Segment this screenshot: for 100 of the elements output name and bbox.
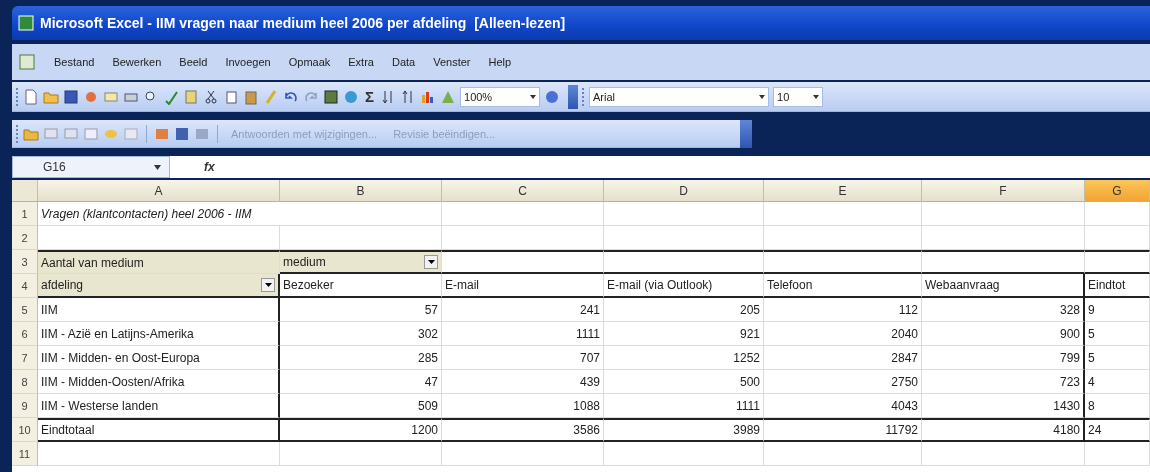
function-label[interactable]: fx [204, 160, 215, 174]
cell-text: 4 [1088, 374, 1096, 389]
column-header[interactable]: D [604, 180, 764, 202]
cell-text: Vragen (klantcontacten) heel 2006 - IIM [41, 206, 253, 221]
cell-text: 1430 [1052, 398, 1080, 413]
column-header[interactable]: E [764, 180, 922, 202]
menu-item[interactable]: Data [391, 56, 416, 68]
row-header[interactable]: 5 [12, 298, 38, 322]
cell-text: 4043 [890, 398, 918, 413]
menu-item[interactable]: Venster [433, 56, 471, 68]
cell-text: 2847 [890, 350, 918, 365]
pivot-field-label: afdeling [41, 278, 85, 292]
menu-item[interactable]: Extra [348, 56, 374, 68]
cell-text: 2750 [890, 374, 918, 389]
cell-text: 723 [1058, 374, 1080, 389]
cell-text: 47 [423, 374, 438, 389]
cell-text: 8 [1088, 398, 1096, 413]
row-header[interactable]: 6 [12, 322, 38, 346]
cell-text: 1252 [732, 350, 760, 365]
zoom-combo[interactable]: 100% [460, 86, 540, 107]
cell-text: Eindtotaal [41, 423, 96, 437]
menu-item[interactable]: Beeld [179, 56, 208, 68]
font-size-combo[interactable]: 10 [773, 86, 823, 107]
autosum-button[interactable]: Σ [363, 88, 376, 105]
cell-text: 1111 [574, 326, 600, 341]
menu-item[interactable]: Bestand [54, 56, 95, 68]
cell-text: Eindtot [1088, 278, 1127, 292]
table-cell [1085, 226, 1150, 250]
cell-text: 1088 [572, 398, 600, 413]
menu-item[interactable]: Invoegen [225, 56, 271, 68]
cell-text: Webaanvraag [925, 278, 1001, 292]
menu-item[interactable]: Help [488, 56, 512, 68]
row-header[interactable]: 2 [12, 226, 38, 250]
dropdown-arrow-icon [759, 94, 765, 99]
column-header[interactable]: C [442, 180, 604, 202]
menu-item[interactable]: Bewerken [112, 56, 162, 68]
cell-text: 24 [1088, 423, 1103, 437]
workbook-icon[interactable] [18, 53, 36, 71]
cell-text: 328 [1058, 302, 1080, 317]
name-box[interactable]: G16 [12, 156, 170, 178]
cell-text: E-mail (via Outlook) [607, 278, 714, 292]
pivot-field-label: Aantal van medium [41, 255, 145, 270]
dropdown-arrow-icon [813, 94, 819, 99]
cell-text: 799 [1058, 350, 1080, 365]
dropdown-button[interactable] [261, 278, 275, 292]
cell-text: IIM - Midden-Oosten/Afrika [41, 374, 186, 389]
dropdown-arrow-icon [264, 283, 272, 287]
new-document-icon[interactable] [23, 88, 39, 105]
cell-text: 112 [897, 302, 918, 317]
row-header[interactable]: 10 [12, 418, 38, 442]
dropdown-arrow-icon [154, 164, 161, 170]
column-header[interactable]: B [280, 180, 442, 202]
cell-text: IIM [41, 302, 59, 317]
column-header[interactable]: G [1085, 180, 1150, 202]
row-header[interactable]: 11 [12, 442, 38, 466]
cell-text: 57 [423, 302, 438, 317]
column-header[interactable]: A [38, 180, 280, 202]
scissors-icon[interactable] [203, 88, 219, 105]
dropdown-arrow-icon [427, 260, 435, 264]
dropdown-button[interactable] [424, 255, 438, 269]
row-header[interactable]: 1 [12, 202, 38, 226]
cell-text: 5 [1088, 350, 1096, 365]
cell-text: 285 [416, 350, 438, 365]
toolbar-options-button[interactable] [568, 84, 578, 109]
column-header[interactable]: F [922, 180, 1085, 202]
cell-text: 11792 [884, 423, 918, 437]
cell-text: 500 [738, 374, 760, 389]
cell-text: Telefoon [767, 278, 814, 292]
cell-text: 900 [1058, 326, 1080, 341]
toolbar-options-button[interactable] [740, 119, 752, 148]
cell-text: IIM - Westerse landen [41, 398, 160, 413]
cell-text: E-mail [445, 278, 480, 292]
cell-text: 1200 [410, 423, 438, 437]
cell-text: 1111 [734, 398, 760, 413]
spreadsheet-app-icon [18, 15, 34, 31]
font-combo[interactable]: Arial [589, 86, 769, 107]
row-header[interactable]: 4 [12, 274, 38, 298]
cell-text: 3989 [732, 423, 760, 437]
window-title: Microsoft Excel - IIM vragen naar medium heel 2006 per afdeling [Alleen-lezen] [40, 15, 566, 31]
cell-text: IIM - Midden- en Oost-Europa [41, 350, 201, 365]
row-header[interactable]: 9 [12, 394, 38, 418]
cell-text: 302 [416, 326, 438, 341]
menu-item[interactable]: Opmaak [288, 56, 331, 68]
cell-text: 3586 [572, 423, 600, 437]
cell-text: 241 [578, 302, 600, 317]
row-header[interactable]: 8 [12, 370, 38, 394]
cell-text: 2040 [890, 326, 918, 341]
cell-text: 707 [578, 350, 600, 365]
select-all-corner[interactable] [12, 180, 38, 202]
table-cell [1085, 202, 1150, 226]
cell-text: Bezoeker [283, 278, 335, 292]
cell-text: 5 [1088, 326, 1096, 341]
dropdown-arrow-icon [530, 94, 536, 99]
row-header[interactable]: 3 [12, 250, 38, 274]
pivot-field-label: medium [283, 255, 327, 269]
cell-text: IIM - Azië en Latijns-Amerika [41, 326, 195, 341]
cell-text: 4180 [1052, 423, 1080, 437]
cell-text: 509 [416, 398, 438, 413]
row-header[interactable]: 7 [12, 346, 38, 370]
cell-text: 9 [1088, 302, 1096, 317]
